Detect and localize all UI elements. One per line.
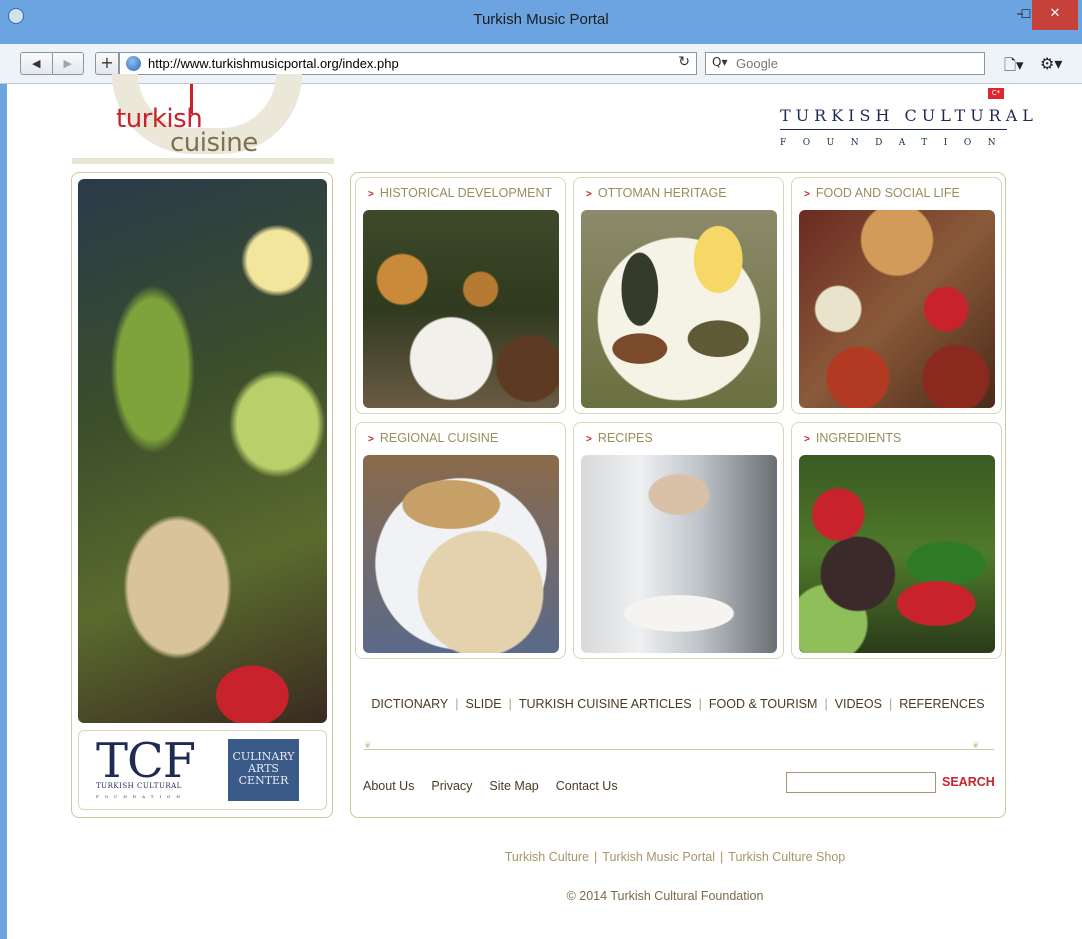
card-title-text[interactable]: HISTORICAL DEVELOPMENT [380, 186, 552, 200]
nav-link-food-tourism[interactable]: FOOD & TOURISM [709, 697, 818, 711]
window-title: Turkish Music Portal [473, 11, 609, 28]
nav-link-videos[interactable]: VIDEOS [835, 697, 882, 711]
copyright: © 2014 Turkish Cultural Foundation [566, 889, 764, 903]
footer-link-turkish-culture[interactable]: Turkish Culture [505, 850, 589, 864]
footer-link-music-portal[interactable]: Turkish Music Portal [602, 850, 715, 864]
tcf-logo-name: TURKISH CULTURAL [96, 782, 182, 790]
card-regional-cuisine[interactable]: > REGIONAL CUISINE [355, 422, 566, 659]
ornament-icon: ❦ [972, 741, 980, 751]
footer-links: Turkish Culture | Turkish Music Portal | Tur… [0, 850, 1082, 864]
card-title[interactable]: > OTTOMAN HERITAGE [586, 186, 727, 200]
nav-link-slide[interactable]: SLIDE [465, 697, 501, 711]
section-nav: DICTIONARY | SLIDE | TURKISH CUISINE ARTICLE… [350, 697, 1006, 711]
culinary-arts-center-logo[interactable]: CULINARY ARTS CENTER [228, 739, 299, 801]
link-privacy[interactable]: Privacy [431, 779, 472, 793]
ornament-icon: ❦ [364, 741, 372, 751]
card-image[interactable] [581, 210, 777, 408]
card-title[interactable]: > RECIPES [586, 431, 653, 445]
tcf-logo[interactable]: TCF [96, 734, 196, 788]
divider [364, 749, 994, 750]
arrow-icon: > [804, 434, 810, 445]
arrow-icon: > [804, 189, 810, 200]
card-title-text[interactable]: RECIPES [598, 431, 653, 445]
cac-line3: CENTER [238, 774, 289, 787]
forward-button[interactable]: ▶ [51, 53, 84, 74]
card-ottoman-heritage[interactable]: > OTTOMAN HERITAGE [573, 177, 784, 414]
arrow-icon: > [368, 189, 374, 200]
arrow-icon: > [586, 189, 592, 200]
globe-icon [126, 56, 141, 71]
card-food-and-social-life[interactable]: > FOOD AND SOCIAL LIFE [791, 177, 1002, 414]
close-button[interactable]: ✕ [1032, 0, 1078, 30]
new-tab-button[interactable]: + [95, 52, 119, 75]
search-icon[interactable]: Q▾ [712, 55, 727, 69]
link-contact-us[interactable]: Contact Us [556, 779, 618, 793]
footer-separator: | [720, 850, 724, 864]
address-bar[interactable]: http://www.turkishmusicportal.org/index.… [119, 52, 697, 75]
tcf-logo-sub: FOUNDATION [96, 794, 186, 799]
tcf-header-rule [780, 129, 1007, 130]
card-image[interactable] [363, 210, 559, 408]
nav-link-dictionary[interactable]: DICTIONARY [371, 697, 448, 711]
history-nav: ◀ ▶ [20, 52, 84, 75]
search-button[interactable]: SEARCH [942, 775, 995, 789]
card-recipes[interactable]: > RECIPES [573, 422, 784, 659]
card-title-text[interactable]: REGIONAL CUISINE [380, 431, 498, 445]
card-image[interactable] [799, 210, 995, 408]
card-ingredients[interactable]: > INGREDIENTS [791, 422, 1002, 659]
turkish-flag-icon[interactable]: C* [988, 88, 1004, 99]
page-menu-icon[interactable]: 🗋▾ [1004, 55, 1024, 80]
nav-link-articles[interactable]: TURKISH CUISINE ARTICLES [519, 697, 692, 711]
logo-cuisine[interactable]: cuisine [170, 128, 258, 158]
nav-link-references[interactable]: REFERENCES [899, 697, 984, 711]
nav-separator: | [698, 697, 702, 711]
search-placeholder: Google [736, 56, 778, 71]
card-title[interactable]: > INGREDIENTS [804, 431, 901, 445]
card-title[interactable]: > REGIONAL CUISINE [368, 431, 498, 445]
reload-icon[interactable]: ↻ [678, 54, 690, 70]
window-border [0, 84, 7, 939]
card-title-text[interactable]: FOOD AND SOCIAL LIFE [816, 186, 960, 200]
back-button[interactable]: ◀ [21, 53, 52, 74]
tcf-header-name[interactable]: TURKISH CULTURAL [780, 106, 1038, 125]
arrow-icon: > [586, 434, 592, 445]
title-bar: Turkish Music Portal – ☐ ✕ [0, 0, 1082, 44]
url-text[interactable]: http://www.turkishmusicportal.org/index.… [148, 56, 399, 71]
arrow-icon: > [368, 434, 374, 445]
card-title-text[interactable]: INGREDIENTS [816, 431, 901, 445]
link-site-map[interactable]: Site Map [489, 779, 538, 793]
card-title[interactable]: > HISTORICAL DEVELOPMENT [368, 186, 552, 200]
footer-separator: | [594, 850, 598, 864]
card-image[interactable] [363, 455, 559, 653]
card-image[interactable] [581, 455, 777, 653]
nav-separator: | [824, 697, 828, 711]
nav-separator: | [455, 697, 459, 711]
nav-separator: | [888, 697, 893, 711]
tcf-header-sub: FOUNDATION [780, 138, 1013, 148]
bottom-links: About Us Privacy Site Map Contact Us [363, 779, 635, 793]
card-title-text[interactable]: OTTOMAN HERITAGE [598, 186, 727, 200]
browser-search-input[interactable]: Q▾ Google [705, 52, 985, 75]
hero-image [78, 179, 327, 723]
gear-icon[interactable]: ⚙▾ [1040, 54, 1062, 73]
nav-separator: | [508, 697, 512, 711]
card-historical-development[interactable]: > HISTORICAL DEVELOPMENT [355, 177, 566, 414]
site-search-input[interactable] [786, 772, 936, 793]
card-title[interactable]: > FOOD AND SOCIAL LIFE [804, 186, 960, 200]
card-image[interactable] [799, 455, 995, 653]
link-about-us[interactable]: About Us [363, 779, 414, 793]
footer-link-culture-shop[interactable]: Turkish Culture Shop [728, 850, 845, 864]
